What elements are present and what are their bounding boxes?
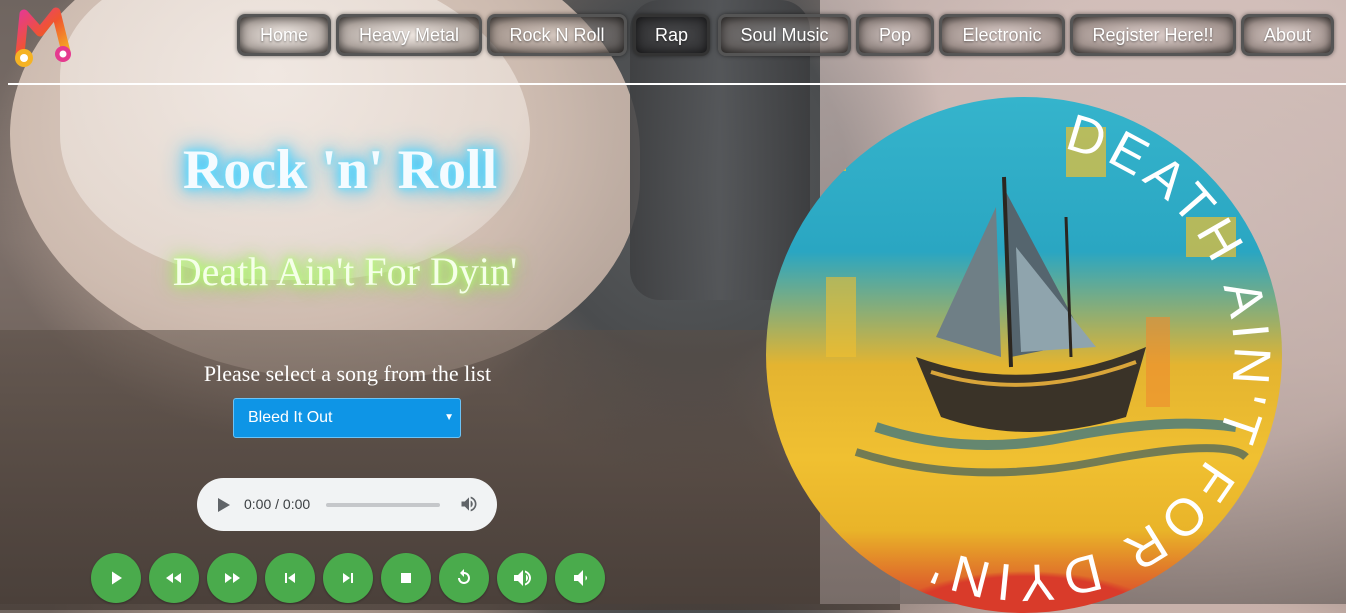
album-title: Death Ain't For Dyin' [172, 249, 518, 294]
volume-up-icon [514, 570, 531, 586]
song-select-prompt: Please select a song from the list [203, 361, 492, 386]
volume-down-button[interactable] [555, 553, 605, 603]
nav-pop[interactable]: Pop [856, 14, 934, 56]
nav-rock-n-roll[interactable]: Rock N Roll [487, 14, 627, 56]
nav-about[interactable]: About [1241, 14, 1334, 56]
audio-seek-bar[interactable] [326, 503, 440, 507]
nav-soul-music[interactable]: Soul Music [718, 14, 851, 56]
replay-button[interactable] [439, 553, 489, 603]
album-artwork: DEATH AIN'T FOR DYIN' [786, 104, 1281, 612]
audio-time: 0:00 / 0:00 [244, 496, 311, 512]
replay-icon [458, 569, 470, 584]
volume-up-button[interactable] [497, 553, 547, 603]
song-select-value: Bleed It Out [248, 409, 333, 426]
nav-rap[interactable]: Rap [633, 14, 710, 56]
nav-electronic[interactable]: Electronic [939, 14, 1065, 56]
next-button[interactable] [323, 553, 373, 603]
audio-play-icon[interactable] [218, 498, 230, 512]
song-select[interactable]: Bleed It Out ▼ [233, 398, 461, 438]
album-cover-text: DEATH AIN'T FOR DYIN' [919, 104, 1281, 612]
fast-forward-button[interactable] [207, 553, 257, 603]
fast-forward-icon [225, 573, 240, 583]
skip-previous-icon [285, 573, 295, 583]
skip-next-icon [343, 573, 353, 583]
previous-button[interactable] [265, 553, 315, 603]
volume-down-icon [574, 570, 587, 586]
nav-home[interactable]: Home [237, 14, 331, 56]
rewind-button[interactable] [149, 553, 199, 603]
rewind-icon [166, 573, 181, 583]
nav-register[interactable]: Register Here!! [1070, 14, 1236, 56]
chevron-down-icon: ▼ [444, 412, 454, 423]
header-divider [8, 83, 1346, 85]
nav-heavy-metal[interactable]: Heavy Metal [336, 14, 482, 56]
stop-icon [401, 573, 411, 583]
music-logo-icon[interactable] [10, 4, 76, 70]
album-cover: DEATH AIN'T FOR DYIN' [766, 97, 1282, 613]
audio-volume-icon[interactable] [459, 494, 479, 514]
page-title: Rock 'n' Roll [182, 139, 498, 201]
audio-player[interactable]: 0:00 / 0:00 [197, 478, 497, 531]
play-icon [112, 571, 122, 585]
play-button[interactable] [91, 553, 141, 603]
stop-button[interactable] [381, 553, 431, 603]
